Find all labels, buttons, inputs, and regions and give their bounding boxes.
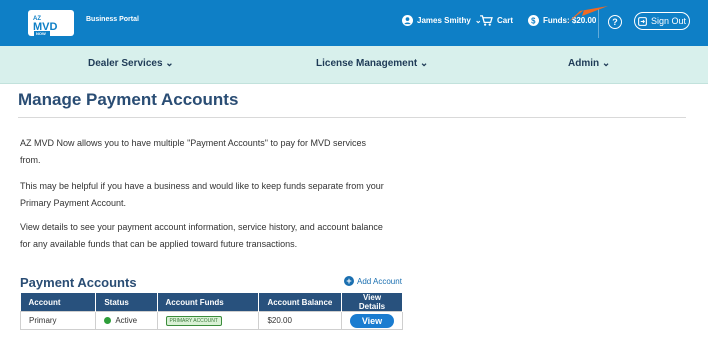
primary-account-badge: PRIMARY ACCOUNT	[165, 316, 222, 326]
sign-out-label: Sign Out	[650, 16, 687, 26]
account-name-cell: Primary	[19, 311, 97, 330]
portal-label: Business Portal	[86, 16, 139, 23]
status-text: Active	[115, 316, 138, 325]
nav-license-management[interactable]: License Management ⌄	[316, 58, 428, 69]
balance-cell: $20.00	[258, 311, 342, 330]
user-menu[interactable]: James Smithy ⌄	[402, 15, 482, 26]
title-divider	[18, 117, 686, 118]
main-nav: Dealer Services ⌄ License Management ⌄ A…	[0, 46, 708, 84]
user-circle-icon	[402, 15, 413, 26]
orange-arrow-indicator	[566, 6, 608, 24]
account-funds-cell: PRIMARY ACCOUNT	[156, 311, 260, 330]
intro-paragraph-1: AZ MVD Now allows you to have multiple "…	[20, 138, 367, 165]
svg-text:NOW: NOW	[36, 31, 46, 36]
table-row: Primary Active PRIMARY ACCOUNT $20.00 Vi…	[19, 311, 403, 330]
payment-accounts-table: Account Status Account Funds Account Bal…	[19, 293, 403, 330]
user-name: James Smithy	[417, 16, 471, 25]
mvd-now-logo[interactable]: AZ MVD NOW	[28, 8, 78, 38]
table-header-row: Account Status Account Funds Account Bal…	[20, 293, 403, 312]
top-header: AZ MVD NOW Business Portal James Smithy …	[0, 0, 708, 46]
section-title: Payment Accounts	[20, 275, 137, 290]
page-title: Manage Payment Accounts	[18, 90, 239, 109]
nav-dealer-services[interactable]: Dealer Services ⌄	[88, 58, 174, 69]
status-cell: Active	[95, 311, 158, 330]
help-circle-icon[interactable]: ?	[608, 15, 622, 29]
cart-link[interactable]: Cart	[480, 15, 513, 26]
column-header-account-funds: Account Funds	[157, 293, 260, 312]
add-account-button[interactable]: + Add Account	[344, 276, 402, 286]
dollar-circle-icon: $	[528, 15, 539, 26]
svg-text:$: $	[531, 16, 536, 25]
sign-out-icon	[638, 16, 647, 26]
sign-out-button[interactable]: Sign Out	[634, 12, 690, 30]
cart-label: Cart	[497, 16, 514, 25]
view-details-cell: View	[341, 311, 403, 330]
intro-paragraph-2: This may be helpful if you have a busine…	[20, 181, 384, 208]
intro-paragraph-3: View details to see your payment account…	[20, 222, 383, 249]
column-header-account: Account	[20, 293, 97, 312]
view-button[interactable]: View	[350, 313, 394, 328]
cart-icon	[480, 15, 493, 26]
add-account-label: Add Account	[357, 276, 402, 286]
nav-admin[interactable]: Admin ⌄	[568, 58, 610, 69]
column-header-status: Status	[95, 293, 158, 312]
column-header-account-balance: Account Balance	[258, 293, 342, 312]
plus-circle-icon: +	[344, 276, 354, 286]
column-header-view-details: View Details	[341, 293, 403, 312]
status-active-dot	[104, 317, 112, 325]
